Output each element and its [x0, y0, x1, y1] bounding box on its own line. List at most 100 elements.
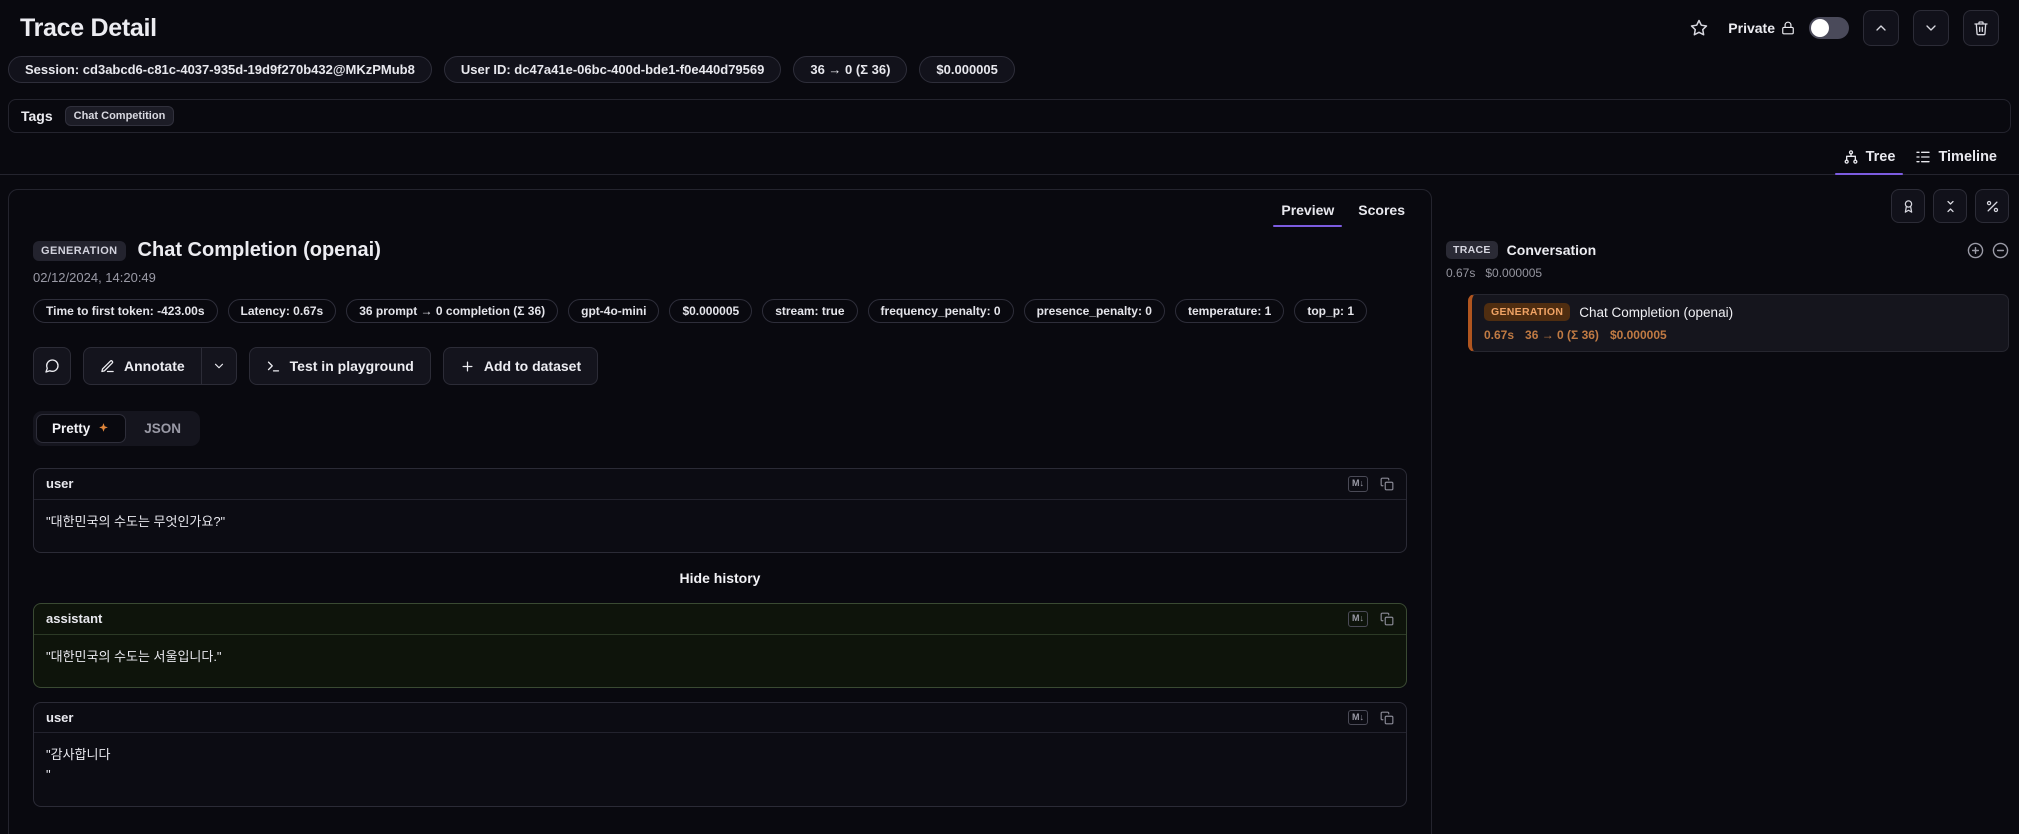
stat-pill-model: gpt-4o-mini	[568, 299, 660, 323]
annotate-button[interactable]: Annotate	[83, 347, 202, 385]
node-latency: 0.67s	[1484, 328, 1515, 342]
percent-icon	[1985, 199, 2000, 214]
observation-panel: Preview Scores GENERATION Chat Completio…	[8, 189, 1432, 834]
trace-tree-panel: TRACE Conversation 0.67s $0.000005 GENER	[1446, 189, 2011, 352]
cost-pill: $0.000005	[919, 56, 1015, 83]
collapse-nodes-button[interactable]	[1933, 189, 1967, 223]
markdown-toggle-icon[interactable]: M↓	[1348, 610, 1368, 627]
view-tabs: Tree Timeline	[0, 141, 2019, 175]
copy-icon[interactable]	[1380, 612, 1394, 626]
tab-timeline-label: Timeline	[1938, 149, 1997, 165]
tab-preview[interactable]: Preview	[1269, 194, 1346, 227]
test-playground-label: Test in playground	[289, 358, 414, 374]
generation-header: GENERATION Chat Completion (openai)	[33, 239, 1407, 262]
user-id-pill[interactable]: User ID: dc47a41e-06bc-400d-bde1-f0e440d…	[443, 56, 782, 83]
message-tools: M↓	[1348, 709, 1394, 726]
collapse-icon	[1943, 199, 1958, 214]
lock-icon	[1781, 21, 1795, 35]
tab-tree-label: Tree	[1865, 149, 1896, 165]
stat-pill-presence-penalty: presence_penalty: 0	[1023, 299, 1165, 323]
tab-scores[interactable]: Scores	[1346, 194, 1417, 227]
plus-icon	[460, 359, 475, 374]
tree-node-generation[interactable]: GENERATION Chat Completion (openai) 0.67…	[1468, 294, 2009, 352]
award-icon	[1901, 199, 1916, 214]
messages-list: user M↓ "대한민국의 수도는 무엇인가요?" Hide history	[33, 468, 1407, 807]
delete-trace-button[interactable]	[1963, 10, 1999, 46]
comments-button[interactable]	[33, 347, 71, 385]
test-playground-button[interactable]: Test in playground	[248, 347, 431, 385]
content: Preview Scores GENERATION Chat Completio…	[8, 189, 2011, 834]
node-header: GENERATION Chat Completion (openai)	[1484, 303, 1996, 321]
stat-pill-latency: Latency: 0.67s	[227, 299, 337, 323]
message-header: assistant M↓	[34, 604, 1406, 635]
sparkle-icon	[97, 422, 110, 435]
hide-history-button[interactable]: Hide history	[33, 567, 1407, 589]
panel-tabs: Preview Scores	[9, 190, 1431, 227]
meta-row: Session: cd3abcd6-c81c-4037-935d-19d9f27…	[8, 56, 2011, 83]
tag-badge[interactable]: Chat Competition	[64, 106, 175, 126]
show-percentages-button[interactable]	[1975, 189, 2009, 223]
trace-root-row[interactable]: TRACE Conversation	[1446, 241, 2009, 259]
observation-type-badge: GENERATION	[33, 240, 126, 261]
trace-type-badge: TRACE	[1446, 241, 1498, 259]
message-content: "대한민국의 수도는 서울입니다."	[46, 648, 222, 664]
message-user-1: user M↓ "대한민국의 수도는 무엇인가요?"	[33, 468, 1407, 553]
tags-label: Tags	[21, 108, 53, 124]
tab-pretty-label: Pretty	[52, 421, 91, 436]
scores-toggle-button[interactable]	[1891, 189, 1925, 223]
tab-pretty[interactable]: Pretty	[36, 414, 127, 443]
pen-icon	[100, 359, 115, 374]
terminal-icon	[266, 359, 281, 374]
tree-icon	[1843, 149, 1859, 165]
trace-title: Conversation	[1506, 242, 1597, 258]
node-tokens: 36 → 0 (Σ 36)	[1525, 328, 1599, 342]
tags-bar: Tags Chat Competition	[8, 99, 2011, 133]
next-trace-button[interactable]	[1913, 10, 1949, 46]
annotate-dropdown-button[interactable]	[201, 347, 237, 385]
collapse-all-icon[interactable]	[1992, 242, 2009, 259]
stat-pills: Time to first token: -423.00s Latency: 0…	[33, 299, 1407, 323]
chevron-down-icon	[212, 359, 226, 373]
stat-pill-ttft: Time to first token: -423.00s	[33, 299, 218, 323]
tab-timeline[interactable]: Timeline	[1905, 141, 2007, 175]
page-title: Trace Detail	[20, 13, 157, 42]
tab-json[interactable]: JSON	[128, 414, 197, 443]
expand-all-icon[interactable]	[1967, 242, 1984, 259]
public-toggle[interactable]	[1809, 17, 1849, 39]
stat-pill-frequency-penalty: frequency_penalty: 0	[867, 299, 1014, 323]
stat-pill-top-p: top_p: 1	[1294, 299, 1368, 323]
chevron-down-icon	[1923, 20, 1939, 36]
star-icon	[1690, 19, 1708, 37]
prev-trace-button[interactable]	[1863, 10, 1899, 46]
message-header: user M↓	[34, 469, 1406, 500]
node-type-badge: GENERATION	[1484, 303, 1571, 321]
trash-icon	[1973, 20, 1989, 36]
message-header: user M↓	[34, 703, 1406, 734]
bookmark-button[interactable]	[1684, 13, 1714, 43]
trace-metrics: 0.67s $0.000005	[1446, 266, 2009, 280]
message-assistant: assistant M↓ "대한민국의 수도는 서울입니다."	[33, 602, 1407, 688]
message-role: user	[46, 476, 74, 492]
annotate-split-button: Annotate	[83, 347, 237, 385]
timeline-icon	[1915, 149, 1931, 165]
header-controls: Private	[1684, 10, 1999, 46]
session-pill[interactable]: Session: cd3abcd6-c81c-4037-935d-19d9f27…	[8, 56, 432, 83]
stat-pill-tokens: 36 prompt → 0 completion (Σ 36)	[346, 299, 559, 323]
tab-tree[interactable]: Tree	[1833, 141, 1906, 175]
token-usage-pill: 36 → 0 (Σ 36)	[793, 56, 908, 83]
markdown-toggle-icon[interactable]: M↓	[1348, 476, 1368, 492]
trace-latency: 0.67s	[1446, 266, 1476, 280]
markdown-toggle-icon[interactable]: M↓	[1348, 709, 1368, 726]
node-cost: $0.000005	[1609, 328, 1667, 342]
annotate-label: Annotate	[124, 358, 185, 374]
add-to-dataset-button[interactable]: Add to dataset	[442, 347, 599, 385]
message-content: "감사합니다 "	[46, 747, 111, 783]
message-role: user	[46, 710, 74, 725]
format-tabs: Pretty JSON	[33, 411, 201, 446]
message-role: assistant	[46, 611, 103, 627]
header: Trace Detail Private	[0, 0, 2019, 50]
trace-cost: $0.000005	[1485, 266, 1543, 280]
tree-toolbar	[1446, 189, 2009, 223]
copy-icon[interactable]	[1380, 477, 1394, 491]
copy-icon[interactable]	[1380, 711, 1394, 725]
